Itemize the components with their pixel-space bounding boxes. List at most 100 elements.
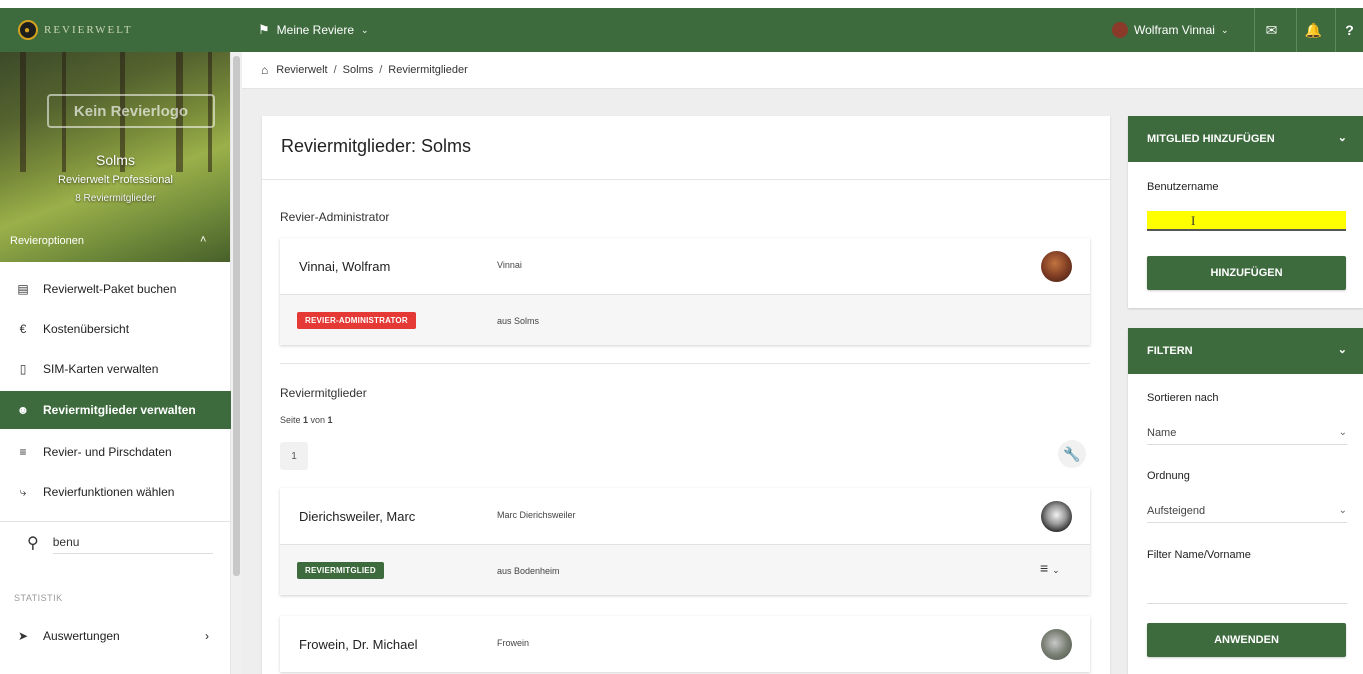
revier-header-image: Kein Revierlogo Solms Revierwelt Profess… — [0, 52, 230, 262]
apply-filter-button[interactable]: ANWENDEN — [1147, 623, 1346, 657]
section-label-statistik: STATISTIK — [14, 593, 63, 603]
app-root: ● REVIERWELT ⚑ Meine Reviere ⌄ Wolfram V… — [0, 0, 1363, 674]
chevron-down-icon: ⌄ — [1338, 505, 1347, 516]
user-menu[interactable]: Wolfram Vinnai ⌄ — [1112, 8, 1228, 52]
name-filter-label: Filter Name/Vorname — [1147, 549, 1251, 561]
breadcrumb-item[interactable]: Solms — [343, 64, 374, 76]
member-avatar — [1041, 251, 1072, 282]
text-cursor-icon: I — [1191, 213, 1196, 228]
sidebar-search-input[interactable] — [52, 531, 213, 554]
add-member-panel-header[interactable]: MITGLIED HINZUFÜGEN ⌄ — [1128, 116, 1363, 162]
pagination-info: Seite 1 von 1 — [280, 415, 333, 425]
chat-icon: ✉ — [1265, 21, 1278, 38]
menu-icon: ≡ — [1040, 560, 1049, 576]
meine-reviere-dropdown[interactable]: ⚑ Meine Reviere ⌄ — [258, 8, 369, 52]
sort-select-value: Name — [1147, 427, 1177, 439]
member-username: Vinnai — [497, 260, 522, 270]
sidebar-item-kostenuebersicht[interactable]: € Kostenübersicht — [0, 310, 231, 348]
sidebar-item-reviermitglieder[interactable]: ☻ Reviermitglieder verwalten — [0, 391, 231, 429]
help-button[interactable]: ? — [1335, 8, 1363, 52]
chevron-down-icon: ⌄ — [1338, 427, 1347, 438]
sidebar-item-label: Reviermitglieder verwalten — [43, 403, 196, 417]
sidebar-item-label: Kostenübersicht — [43, 322, 130, 336]
sidebar-item-label: Revierfunktionen wählen — [43, 485, 175, 499]
breadcrumb-item[interactable]: Revierwelt — [276, 64, 327, 76]
member-avatar — [1041, 629, 1072, 660]
circle-chevron-icon: ➤ — [17, 629, 29, 643]
meine-reviere-label: Meine Reviere — [276, 23, 355, 37]
sidebar-item-sim-karten[interactable]: ▯ SIM-Karten verwalten — [0, 350, 231, 388]
revier-logo-placeholder: Kein Revierlogo — [47, 94, 215, 128]
members-card: Reviermitglieder: Solms Revier-Administr… — [262, 116, 1110, 674]
revieroptionen-toggle[interactable]: Revieroptionen — [10, 235, 84, 247]
order-label: Ordnung — [1147, 470, 1190, 482]
sort-select[interactable]: Name ⌄ — [1147, 421, 1347, 445]
brand-name: REVIERWELT — [44, 24, 133, 36]
messages-button[interactable]: ✉ — [1254, 8, 1288, 52]
page-mid: von — [308, 415, 328, 425]
scrollbar-thumb[interactable] — [233, 56, 240, 576]
sidebar-item-label: SIM-Karten verwalten — [43, 362, 159, 376]
sidebar-item-revierfunktionen[interactable]: ⤷ Revierfunktionen wählen — [0, 473, 231, 511]
sidebar-item-label: Auswertungen — [43, 629, 120, 643]
member-origin: aus Solms — [497, 316, 540, 326]
members-section-title: Reviermitglieder — [280, 386, 367, 400]
name-filter-input[interactable] — [1147, 580, 1347, 604]
sidebar-item-pirschdaten[interactable]: ≡ Revier- und Pirschdaten — [0, 433, 231, 471]
database-icon: ≡ — [19, 445, 27, 459]
breadcrumb: ⌂ Revierwelt / Solms / Reviermitglieder — [242, 52, 1363, 89]
sidebar-item-auswertungen[interactable]: ➤ Auswertungen › — [0, 617, 231, 655]
sort-label: Sortieren nach — [1147, 392, 1219, 404]
member-card: Frowein, Dr. Michael Frowein — [280, 616, 1090, 672]
chevron-down-icon: ⌄ — [1337, 344, 1347, 356]
member-name: Dierichsweiler, Marc — [299, 509, 416, 524]
wrench-icon: 🔧 — [1063, 445, 1081, 462]
brand[interactable]: ● REVIERWELT — [18, 8, 133, 52]
credit-card-icon: ▤ — [17, 282, 29, 296]
user-avatar — [1112, 22, 1128, 38]
sidebar-search: ⚲ — [0, 521, 231, 563]
chevron-down-icon: ⌄ — [1052, 565, 1060, 575]
users-icon: ☻ — [16, 403, 30, 417]
breadcrumb-separator: / — [333, 64, 337, 76]
home-icon[interactable]: ⌂ — [261, 63, 268, 77]
settings-wrench-button[interactable]: 🔧 — [1058, 440, 1086, 468]
member-origin: aus Bodenheim — [497, 566, 560, 576]
member-actions-menu[interactable]: ≡ ⌄ — [1040, 560, 1060, 576]
username-input[interactable]: I — [1147, 211, 1346, 231]
member-name: Vinnai, Wolfram — [299, 259, 391, 274]
order-select-value: Aufsteigend — [1147, 505, 1206, 517]
order-select[interactable]: Aufsteigend ⌄ — [1147, 499, 1347, 523]
sidebar: Kein Revierlogo Solms Revierwelt Profess… — [0, 52, 231, 674]
member-name: Frowein, Dr. Michael — [299, 637, 418, 652]
search-icon: ⚲ — [27, 534, 39, 552]
breadcrumb-item-current: Reviermitglieder — [388, 64, 468, 76]
brand-logo-icon: ● — [18, 20, 38, 40]
sidebar-scrollbar[interactable] — [231, 52, 242, 674]
user-name: Wolfram Vinnai — [1134, 23, 1215, 37]
revier-member-count: 8 Reviermitglieder — [75, 193, 156, 204]
sidebar-item-label: Revier- und Pirschdaten — [43, 445, 172, 459]
chevron-down-icon: ⌄ — [1337, 132, 1347, 144]
euro-icon: € — [19, 322, 27, 336]
member-username: Frowein — [497, 638, 530, 648]
sidebar-item-paket-buchen[interactable]: ▤ Revierwelt-Paket buchen — [0, 270, 231, 308]
page-button-1[interactable]: 1 — [280, 442, 308, 470]
role-badge-member: REVIERMITGLIED — [297, 562, 384, 579]
member-card: Dierichsweiler, Marc Marc Dierichsweiler… — [280, 488, 1090, 595]
divider — [262, 179, 1110, 180]
page-title: Reviermitglieder: Solms — [281, 136, 472, 156]
chevron-down-icon: ⌄ — [361, 24, 369, 35]
member-avatar — [1041, 501, 1072, 532]
page-prefix: Seite — [280, 415, 304, 425]
chevron-up-icon[interactable]: ˄ — [200, 234, 206, 246]
chevron-down-icon: ⌄ — [1220, 24, 1229, 35]
sidebar-item-label: Revierwelt-Paket buchen — [43, 282, 177, 296]
filter-panel: FILTERN ⌄ Sortieren nach Name ⌄ Ordnung … — [1128, 328, 1363, 674]
add-member-button[interactable]: HINZUFÜGEN — [1147, 256, 1346, 290]
add-member-panel-title: MITGLIED HINZUFÜGEN — [1147, 133, 1275, 145]
role-badge-admin: REVIER-ADMINISTRATOR — [297, 312, 416, 329]
add-member-panel: MITGLIED HINZUFÜGEN ⌄ Benutzername I HIN… — [1128, 116, 1363, 308]
notifications-button[interactable]: 🔔 — [1296, 8, 1330, 52]
filter-panel-header[interactable]: FILTERN ⌄ — [1128, 328, 1363, 374]
